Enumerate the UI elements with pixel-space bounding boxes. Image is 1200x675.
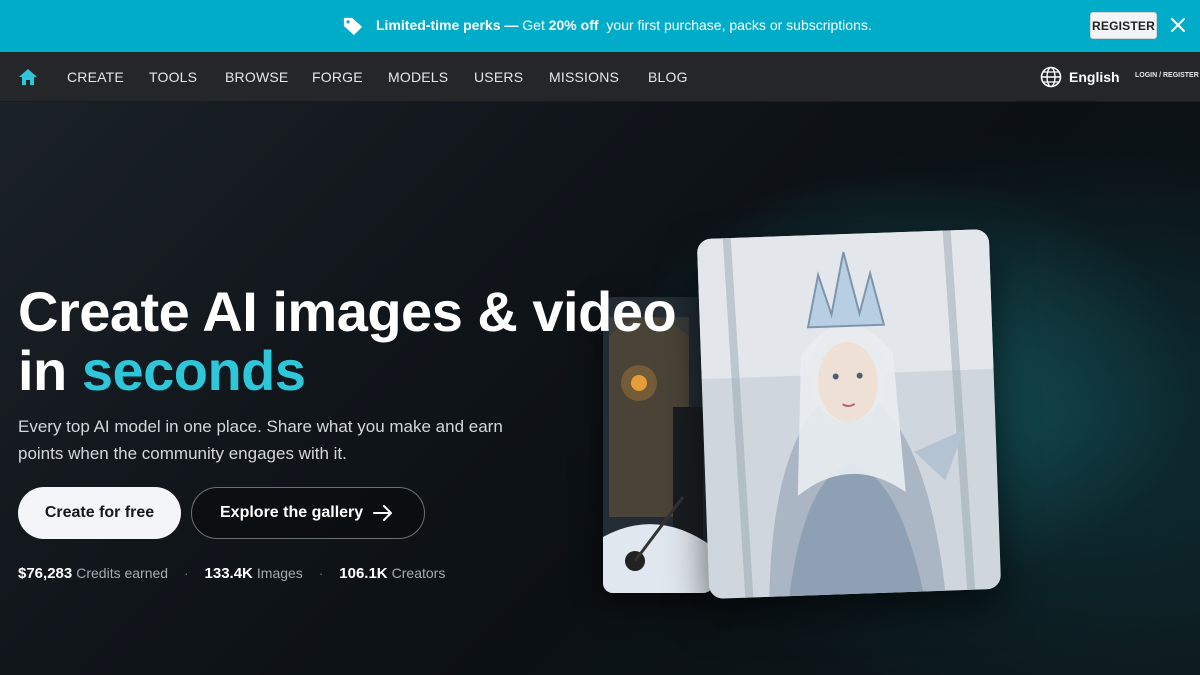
nav-item-browse[interactable]: BROWSE xyxy=(225,69,288,85)
explore-gallery-button[interactable]: Explore the gallery xyxy=(191,487,425,539)
hero-section: Create AI images & video in seconds Ever… xyxy=(0,102,1200,675)
promo-get-text: Get xyxy=(522,17,549,33)
promo-banner: Limited-time perks — Get 20% off your fi… xyxy=(0,0,1200,52)
hero-title-accent: seconds xyxy=(81,339,306,402)
promo-register-button[interactable]: REGISTER xyxy=(1090,12,1157,39)
nav-item-users[interactable]: USERS xyxy=(474,69,523,85)
close-icon[interactable] xyxy=(1170,17,1186,33)
nav-item-missions[interactable]: MISSIONS xyxy=(549,69,619,85)
gallery-image-ice-queen[interactable] xyxy=(696,229,1002,599)
ice-queen-artwork xyxy=(696,229,1002,599)
nav-item-blog[interactable]: BLOG xyxy=(648,69,688,85)
hero-title-prefix: in xyxy=(18,339,82,402)
promo-rest-text: your first purchase, packs or subscripti… xyxy=(606,17,872,33)
login-register-link[interactable]: LOGIN / REGISTER xyxy=(1135,72,1199,79)
home-icon[interactable] xyxy=(18,68,38,86)
main-nav: CREATE TOOLS BROWSE FORGE MODELS USERS M… xyxy=(0,52,1200,102)
explore-gallery-label: Explore the gallery xyxy=(220,504,364,521)
nav-item-tools[interactable]: TOOLS xyxy=(149,69,197,85)
hero-title-line1: Create AI images & video xyxy=(18,280,677,343)
nav-item-forge[interactable]: FORGE xyxy=(312,69,363,85)
nav-item-create[interactable]: CREATE xyxy=(67,69,124,85)
stat-creators-label: Creators xyxy=(391,565,446,581)
promo-discount: 20% off xyxy=(548,17,599,33)
globe-icon[interactable] xyxy=(1040,66,1062,88)
stat-images-value: 133.4K xyxy=(204,565,253,582)
language-selector[interactable]: English xyxy=(1069,69,1120,85)
stats-row: $76,283 Credits earned · 133.4K Images · 1… xyxy=(18,565,445,582)
arrow-right-icon xyxy=(373,505,392,521)
stat-credits-value: $76,283 xyxy=(18,565,73,582)
create-for-free-button[interactable]: Create for free xyxy=(18,487,181,539)
stat-separator: · xyxy=(318,565,324,581)
promo-strong-text: Limited-time perks — xyxy=(376,17,523,33)
stat-credits-label: Credits earned xyxy=(76,565,169,581)
stat-creators-value: 106.1K xyxy=(339,565,388,582)
tag-icon xyxy=(343,17,363,36)
hero-subtitle: Every top AI model in one place. Share w… xyxy=(18,417,503,463)
stat-images-label: Images xyxy=(256,565,303,581)
stat-separator: · xyxy=(183,565,189,581)
nav-item-models[interactable]: MODELS xyxy=(388,69,448,85)
hero-title: Create AI images & video in seconds xyxy=(18,282,698,400)
promo-text: Limited-time perks — Get 20% off your fi… xyxy=(376,17,872,33)
